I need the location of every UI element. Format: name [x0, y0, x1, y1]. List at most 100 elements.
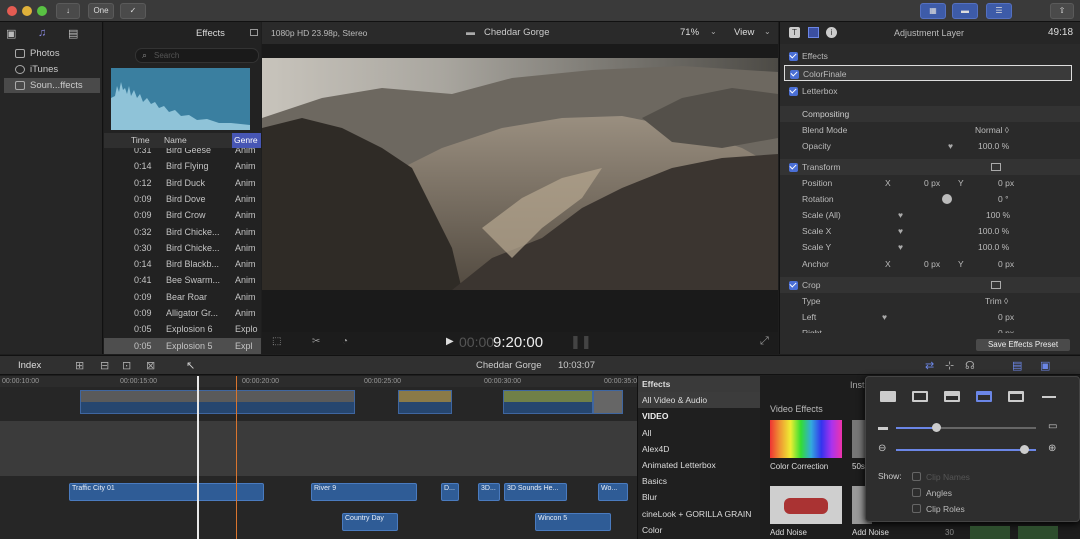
- effect-letterbox[interactable]: Letterbox: [780, 83, 1080, 99]
- music-icon[interactable]: ♫: [38, 27, 46, 39]
- timeline-ruler[interactable]: 00:00:10:00 00:00:15:00 00:00:20:00 00:0…: [0, 376, 641, 387]
- effect-thumbnail-add-noise[interactable]: [770, 486, 842, 524]
- audio-clip-river[interactable]: River 9: [311, 483, 417, 501]
- anchor-y-value[interactable]: 0 px: [998, 256, 1014, 272]
- sound-list-row[interactable]: 0:32 Bird Chicke... Anim: [104, 224, 261, 240]
- zoom-dropdown[interactable]: 71%: [680, 27, 699, 38]
- sound-list-row[interactable]: 0:14 Bird Flying Anim: [104, 158, 261, 174]
- blend-mode-dropdown[interactable]: Normal ◊: [975, 122, 1009, 138]
- sound-list-row[interactable]: 0:30 Bird Chicke... Anim: [104, 240, 261, 256]
- slider-handle-icon[interactable]: ♥: [898, 223, 903, 239]
- compositing-section[interactable]: Compositing: [780, 106, 1080, 123]
- clip-height-slider[interactable]: [896, 423, 1036, 432]
- effects-category-item[interactable]: Basics: [638, 473, 761, 489]
- insert-clip-icon[interactable]: ⊟: [100, 359, 109, 372]
- minimize-window-button[interactable]: [22, 6, 32, 16]
- snapping-icon[interactable]: ⊹: [945, 359, 954, 372]
- scale-y-value[interactable]: 100.0 %: [978, 239, 1009, 255]
- audio-clip-wincon[interactable]: Wincon 5: [535, 513, 611, 531]
- effects-category-item[interactable]: All Video & Audio: [638, 392, 761, 409]
- appearance-small-icon[interactable]: [1008, 391, 1024, 402]
- audio-clip-3d-sounds[interactable]: 3D Sounds He...: [504, 483, 567, 501]
- rotation-dial-icon[interactable]: [942, 194, 952, 204]
- zoom-slider[interactable]: [896, 445, 1036, 454]
- browser-toggle-button[interactable]: ▦: [920, 3, 946, 19]
- view-menu[interactable]: View: [734, 27, 754, 38]
- appearance-waveform-mid-icon[interactable]: [912, 391, 928, 402]
- transform-tool-icon[interactable]: ⬚: [272, 336, 281, 347]
- video-clip[interactable]: [503, 390, 593, 414]
- enhance-icon[interactable]: ✂: [312, 336, 320, 347]
- timecode-display[interactable]: 9:20:00: [493, 334, 543, 351]
- index-button[interactable]: Index: [18, 360, 41, 371]
- import-button[interactable]: ↓: [56, 3, 80, 19]
- titles-icon[interactable]: ▤: [68, 27, 78, 40]
- zoom-window-button[interactable]: [37, 6, 47, 16]
- effects-category-item[interactable]: All: [638, 425, 761, 441]
- sound-list-row[interactable]: 0:31 Bird Geese Anim: [104, 148, 261, 158]
- background-tasks-button[interactable]: ✓: [120, 3, 146, 19]
- slider-handle-icon[interactable]: ♥: [882, 309, 887, 325]
- adjustment-layer-track[interactable]: [0, 421, 637, 476]
- effects-checkbox[interactable]: [789, 52, 798, 61]
- zoom-knob[interactable]: [1020, 445, 1029, 454]
- appearance-selected-icon[interactable]: [976, 391, 992, 402]
- effects-category-item[interactable]: Blur: [638, 489, 761, 505]
- scale-all-value[interactable]: 100 %: [986, 207, 1010, 223]
- column-header-genre[interactable]: Genre: [232, 133, 261, 148]
- overwrite-clip-icon[interactable]: ⊠: [146, 359, 155, 372]
- share-button[interactable]: ⇧: [1050, 3, 1074, 19]
- sidebar-item-photos[interactable]: Photos: [4, 46, 100, 61]
- sound-list-row[interactable]: 0:05 Explosion 6 Explo: [104, 321, 261, 337]
- opacity-value[interactable]: 100.0 %: [978, 138, 1009, 154]
- play-icon[interactable]: ▶: [446, 336, 454, 347]
- effects-category-item[interactable]: cineLook + GORILLA GRAIN: [638, 506, 761, 522]
- arrow-tool-icon[interactable]: ↖: [186, 359, 195, 372]
- headphones-icon[interactable]: ☊: [965, 359, 975, 372]
- column-header-name[interactable]: Name: [164, 133, 187, 148]
- speed-icon[interactable]: ◔: [342, 336, 348, 347]
- clip-roles-checkbox[interactable]: [912, 504, 921, 513]
- appearance-lines-icon[interactable]: [1042, 396, 1056, 398]
- search-input[interactable]: ⌕ Search: [135, 48, 259, 63]
- anchor-x-value[interactable]: 0 px: [924, 256, 940, 272]
- inspector-toggle-button[interactable]: ☰: [986, 3, 1012, 19]
- letterbox-checkbox[interactable]: [789, 87, 798, 96]
- append-clip-icon[interactable]: ⊡: [122, 359, 131, 372]
- effects-browser-icon[interactable]: ▣: [1040, 359, 1050, 372]
- effects-category-item[interactable]: Animated Letterbox: [638, 457, 761, 473]
- save-effects-preset-button[interactable]: Save Effects Preset: [976, 339, 1070, 351]
- audio-clip-3d[interactable]: 3D...: [478, 483, 500, 501]
- clip-height-knob[interactable]: [932, 423, 941, 432]
- crop-right-value[interactable]: 0 px: [998, 325, 1014, 333]
- crop-checkbox[interactable]: [789, 281, 798, 290]
- timeline-toggle-button[interactable]: ▬: [952, 3, 978, 19]
- colorfinale-checkbox[interactable]: [790, 70, 799, 79]
- effect-colorfinale[interactable]: ColorFinale: [784, 65, 1072, 82]
- browser-options-icon[interactable]: [250, 29, 258, 36]
- video-clip[interactable]: [593, 390, 623, 414]
- sound-list-row[interactable]: 0:41 Bee Swarm... Anim: [104, 272, 261, 288]
- audio-clip-country-day[interactable]: Country Day: [342, 513, 398, 531]
- rotation-value[interactable]: 0 °: [998, 191, 1009, 207]
- sound-list-row[interactable]: 0:09 Bear Roar Anim: [104, 289, 261, 305]
- effect-thumbnail-color-correction[interactable]: [770, 420, 842, 458]
- scale-x-value[interactable]: 100.0 %: [978, 223, 1009, 239]
- angles-checkbox[interactable]: [912, 488, 921, 497]
- keyword-button[interactable]: One: [88, 3, 114, 19]
- audio-clip-traffic[interactable]: Traffic City 01: [69, 483, 264, 501]
- slider-handle-icon[interactable]: ♥: [898, 207, 903, 223]
- sound-list-row[interactable]: 0:09 Alligator Gr... Anim: [104, 305, 261, 321]
- connect-clip-icon[interactable]: ⊞: [75, 359, 84, 372]
- slider-handle-icon[interactable]: ♥: [948, 138, 953, 154]
- video-inspector-icon[interactable]: [808, 27, 819, 38]
- sound-list-row[interactable]: 0:09 Bird Dove Anim: [104, 191, 261, 207]
- close-window-button[interactable]: [7, 6, 17, 16]
- video-clip[interactable]: [398, 390, 452, 414]
- effects-category-item[interactable]: Alex4D: [638, 441, 761, 457]
- playhead[interactable]: [197, 376, 199, 539]
- skimming-icon[interactable]: ⇄: [925, 359, 934, 372]
- sound-list-row[interactable]: 0:12 Bird Duck Anim: [104, 175, 261, 191]
- crop-control-icon[interactable]: [991, 281, 1001, 289]
- onscreen-control-icon[interactable]: [991, 163, 1001, 171]
